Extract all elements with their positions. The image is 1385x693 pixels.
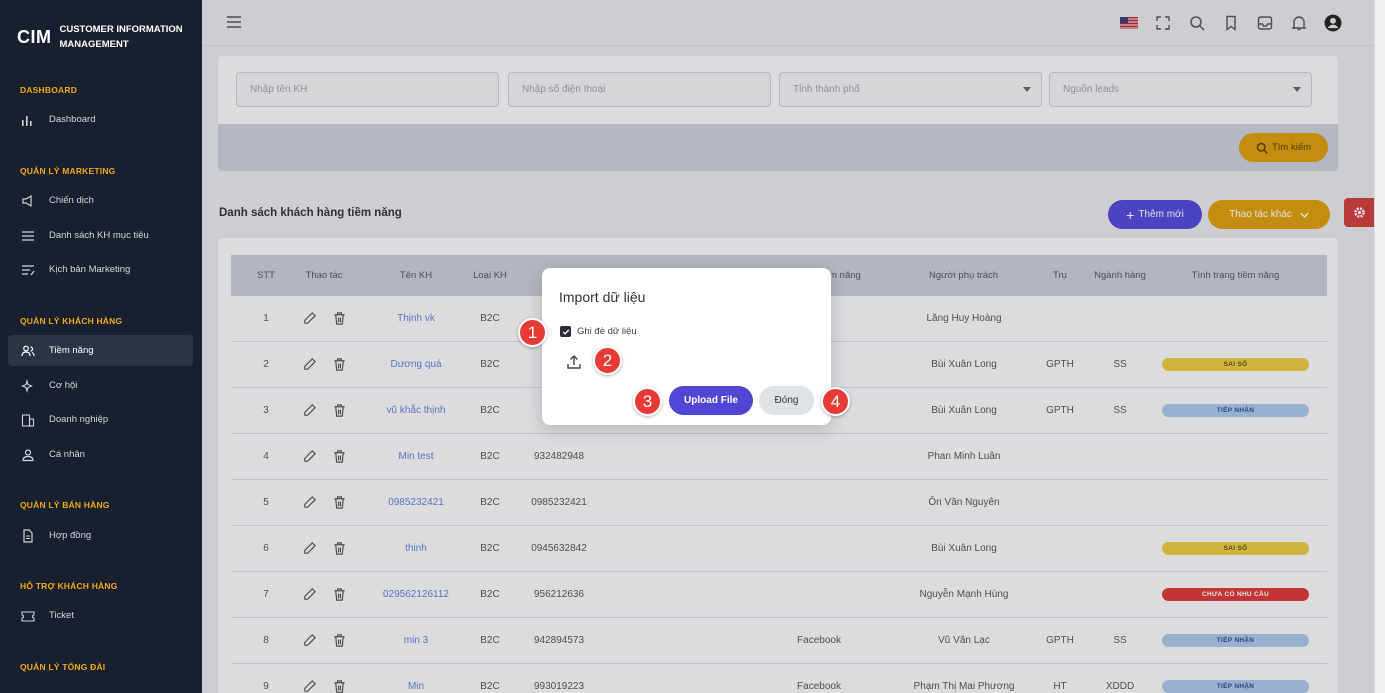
ticket-icon [21,609,35,623]
section-support: HỖ TRỢ KHÁCH HÀNG [20,581,118,591]
sparkle-icon [21,378,35,393]
check-icon [562,329,569,335]
section-marketing: QUẢN LÝ MARKETING [20,166,116,176]
sidebar-item-label: Danh sách KH mục tiêu [49,230,149,241]
sidebar-item-label: Kịch bản Marketing [49,264,131,275]
close-button[interactable]: Đóng [759,386,814,415]
sidebar-item-label: Cá nhân [49,449,85,460]
step-marker-1: 1 [518,318,547,347]
megaphone-icon [21,194,35,208]
overwrite-label[interactable]: Ghi đè dữ liệu [577,326,637,337]
brand-title: CUSTOMER INFORMATION MANAGEMENT [60,22,183,52]
step-marker-3: 3 [633,387,662,416]
sidebar-item-target-list[interactable]: Danh sách KH mục tiêu [8,220,193,251]
upload-file-button[interactable]: Upload File [669,386,753,415]
brand-line2: MANAGEMENT [59,39,129,50]
brand[interactable]: CIM CUSTOMER INFORMATION MANAGEMENT [17,22,183,52]
sidebar-item-label: Hợp đồng [49,530,92,541]
user-icon [21,448,35,462]
step-marker-4: 4 [821,387,850,416]
sidebar-item-enterprise[interactable]: Doanh nghiệp [8,404,193,435]
sidebar-item-individual[interactable]: Cá nhân [8,439,193,470]
sidebar-item-dashboard[interactable]: Dashboard [8,104,193,135]
sidebar-item-ticket[interactable]: Ticket [8,600,193,631]
sidebar-item-opportunities[interactable]: Cơ hội [8,370,193,401]
scrollbar[interactable] [1374,0,1385,693]
sidebar-item-label: Doanh nghiệp [49,414,109,425]
section-customers: QUẢN LÝ KHÁCH HÀNG [20,316,123,326]
document-icon [21,528,35,543]
section-callcenter: QUẢN LÝ TỔNG ĐÀI [20,662,106,672]
users-icon [21,344,35,358]
bar-chart-icon [21,113,35,127]
sidebar-item-campaign[interactable]: Chiến dịch [8,185,193,216]
sidebar-item-marketing-script[interactable]: Kịch bản Marketing [8,254,193,285]
building-icon [21,413,35,427]
brand-line1: CUSTOMER INFORMATION [59,24,183,35]
sidebar-item-label: Chiến dịch [49,195,94,206]
list-icon [21,229,35,243]
sidebar-item-label: Dashboard [49,114,96,125]
sidebar-item-contracts[interactable]: Hợp đồng [8,520,193,551]
overwrite-checkbox[interactable] [560,326,571,337]
section-sales: QUẢN LÝ BÁN HÀNG [20,500,110,510]
sidebar-item-label: Ticket [49,610,74,621]
sidebar: CIM CUSTOMER INFORMATION MANAGEMENT DASH… [0,0,202,693]
sidebar-item-leads[interactable]: Tiềm năng [8,335,193,366]
section-dashboard: DASHBOARD [20,85,78,95]
step-marker-2: 2 [593,346,622,375]
brand-logo: CIM [17,26,52,47]
modal-title: Import dữ liệu [559,289,646,305]
sidebar-item-label: Cơ hội [49,380,78,391]
import-modal: Import dữ liệu Ghi đè dữ liệu Upload Fil… [542,268,831,425]
script-icon [21,263,35,277]
upload-icon[interactable] [566,354,582,370]
sidebar-item-label: Tiềm năng [49,345,94,356]
